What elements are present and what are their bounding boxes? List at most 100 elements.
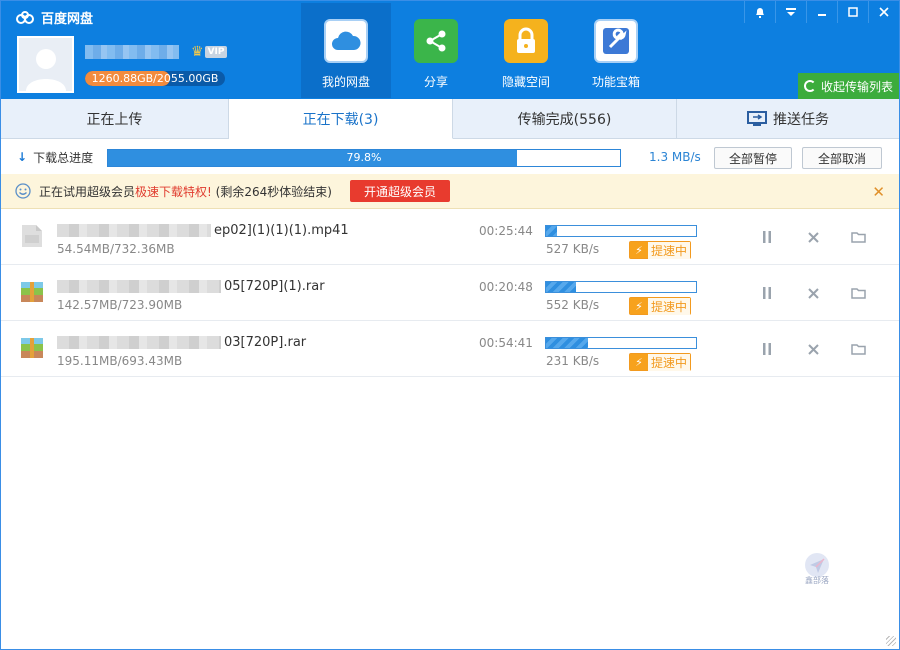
boost-label: 提速中: [648, 353, 691, 371]
lightning-icon: ⚡: [630, 354, 648, 370]
download-speed: 527 KB/s: [546, 242, 600, 256]
open-super-vip-button[interactable]: 开通超级会员: [349, 180, 450, 202]
pause-all-button[interactable]: 全部暂停: [714, 147, 792, 169]
storage-quota-bar: 1260.88GB/2055.00GB: [85, 71, 225, 86]
file-progress-bar: [545, 337, 697, 349]
promo-text-a: 正在试用超级会员: [39, 184, 136, 199]
tab-label: 正在上传: [86, 112, 143, 128]
boost-badge: ⚡ 提速中: [629, 297, 692, 315]
filename-redacted: [57, 224, 211, 237]
nav-label: 功能宝箱: [591, 75, 640, 89]
boost-label: 提速中: [648, 297, 691, 315]
smile-icon: [15, 183, 31, 199]
user-silhouette-icon: [25, 49, 66, 91]
nav-share[interactable]: 分享: [391, 3, 481, 98]
total-progress-bar: 79.8%: [107, 149, 621, 167]
cancel-icon[interactable]: [805, 229, 821, 245]
tab-push-tasks[interactable]: 推送任务: [677, 99, 899, 139]
tab-downloading[interactable]: 正在下载(3): [229, 99, 453, 139]
folder-icon[interactable]: [850, 229, 866, 245]
toolbox-icon: [594, 19, 638, 63]
watermark-text: 鑫部落: [805, 576, 829, 585]
tab-label: 传输完成(556): [517, 112, 612, 128]
total-label-text: 下载总进度: [33, 150, 94, 165]
vip-badge[interactable]: ♛ VIP: [191, 43, 228, 61]
total-progress-label: ↓ 下载总进度: [17, 149, 93, 166]
download-speed: 552 KB/s: [546, 298, 600, 312]
archive-icon: [21, 338, 43, 358]
archive-icon: [21, 282, 43, 302]
download-arrow-icon: ↓: [17, 150, 28, 164]
cloud-icon: [324, 19, 368, 63]
lightning-icon: ⚡: [630, 242, 648, 258]
file-progress-bar: [545, 281, 697, 293]
minimize-icon[interactable]: [806, 1, 837, 23]
collapse-transfer-list-button[interactable]: 收起传输列表: [797, 73, 899, 99]
header: 百度网盘 ♛ VIP 1260.88GB/2055.00GB 我的网盘 分享 隐…: [1, 1, 899, 99]
nav-label: 分享: [423, 75, 448, 89]
resize-grip[interactable]: [886, 636, 896, 646]
maximize-icon[interactable]: [837, 1, 868, 23]
nav-hidden-space[interactable]: 隐藏空间: [481, 3, 571, 98]
lightning-icon: ⚡: [630, 298, 648, 314]
refresh-icon: [803, 80, 816, 92]
file-size: 195.11MB/693.43MB: [57, 354, 183, 368]
total-progress-row: ↓ 下载总进度 79.8% 1.3 MB/s 全部暂停 全部取消: [1, 140, 899, 174]
remaining-time: 00:20:48: [479, 280, 533, 294]
baidu-cloud-logo-icon: [16, 10, 34, 24]
pause-icon[interactable]: [759, 285, 775, 301]
tab-completed[interactable]: 传输完成(556): [453, 99, 677, 139]
boost-label: 提速中: [648, 241, 691, 259]
promo-text: 正在试用超级会员极速下载特权! (剩余264秒体验结束): [39, 183, 332, 200]
download-list: ep02](1)(1)(1).mp41 54.54MB/732.36MB 00:…: [1, 209, 899, 377]
tab-label: 正在下载(3): [302, 111, 379, 128]
vip-label: VIP: [204, 46, 228, 58]
pause-icon[interactable]: [759, 229, 775, 245]
push-monitor-icon: [747, 111, 767, 126]
folder-icon[interactable]: [850, 285, 866, 301]
list-item[interactable]: ep02](1)(1)(1).mp41 54.54MB/732.36MB 00:…: [1, 209, 899, 265]
file-progress-fill: [546, 282, 576, 292]
app-window: 百度网盘 ♛ VIP 1260.88GB/2055.00GB 我的网盘 分享 隐…: [0, 0, 900, 650]
app-title: 百度网盘: [41, 12, 94, 27]
list-item[interactable]: 03[720P].rar 195.11MB/693.43MB 00:54:41 …: [1, 321, 899, 377]
download-speed: 231 KB/s: [546, 354, 600, 368]
file-progress-fill: [546, 226, 557, 236]
file-icon: [22, 225, 42, 247]
username-redacted: [85, 45, 179, 59]
total-speed: 1.3 MB/s: [649, 150, 701, 164]
storage-quota-text: 1260.88GB/2055.00GB: [91, 72, 219, 85]
collapse-label: 收起传输列表: [820, 79, 893, 94]
app-logo: 百度网盘: [15, 8, 93, 27]
file-progress-fill: [546, 338, 588, 348]
filename: 05[720P](1).rar: [224, 279, 325, 294]
folder-icon[interactable]: [850, 341, 866, 357]
boost-badge: ⚡ 提速中: [629, 241, 692, 259]
close-icon[interactable]: ✕: [872, 183, 885, 201]
nav-toolbox[interactable]: 功能宝箱: [571, 3, 661, 98]
list-item[interactable]: 05[720P](1).rar 142.57MB/723.90MB 00:20:…: [1, 265, 899, 321]
avatar[interactable]: [17, 36, 74, 93]
filename-redacted: [57, 336, 221, 349]
total-progress-percent: 79.8%: [346, 151, 382, 164]
promo-text-b: (剩余264秒体验结束): [215, 184, 332, 199]
filename: 03[720P].rar: [224, 335, 307, 350]
cancel-all-button[interactable]: 全部取消: [802, 147, 882, 169]
crown-icon: ♛: [191, 44, 204, 60]
close-icon[interactable]: [868, 1, 899, 23]
cancel-icon[interactable]: [805, 341, 821, 357]
vip-trial-banner: 正在试用超级会员极速下载特权! (剩余264秒体验结束) 开通超级会员 ✕: [1, 174, 899, 209]
remaining-time: 00:25:44: [479, 224, 533, 238]
tab-uploading[interactable]: 正在上传: [1, 99, 229, 139]
remaining-time: 00:54:41: [479, 336, 533, 350]
cancel-icon[interactable]: [805, 285, 821, 301]
bell-icon[interactable]: [744, 1, 775, 23]
share-icon: [414, 19, 458, 63]
file-size: 142.57MB/723.90MB: [57, 298, 183, 312]
promo-text-highlight: 极速下载特权!: [135, 184, 212, 199]
filename: ep02](1)(1)(1).mp41: [214, 223, 349, 238]
pause-icon[interactable]: [759, 341, 775, 357]
nav-my-disk[interactable]: 我的网盘: [301, 3, 391, 98]
menu-icon[interactable]: [775, 1, 806, 23]
main-nav: 我的网盘 分享 隐藏空间 功能宝箱: [301, 3, 661, 98]
